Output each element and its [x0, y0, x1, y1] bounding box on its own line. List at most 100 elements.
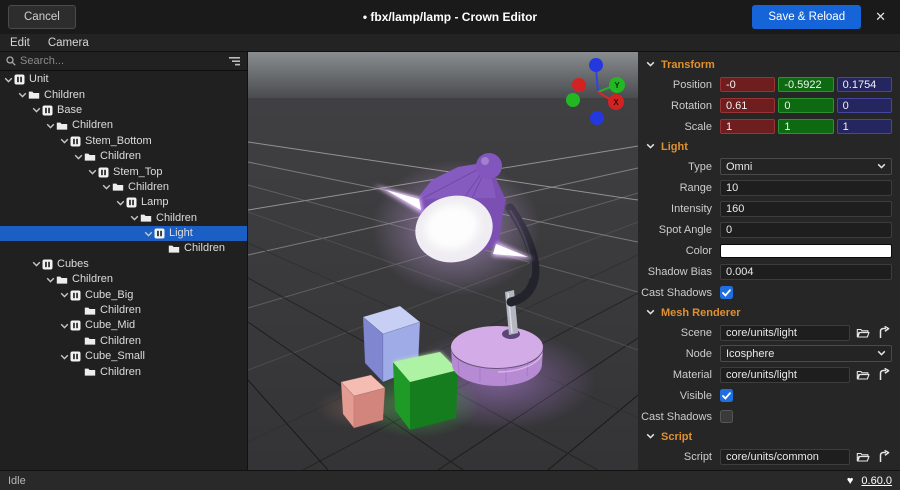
import-arrow-icon[interactable]	[875, 367, 892, 383]
import-arrow-icon[interactable]	[875, 325, 892, 341]
chevron-down-icon[interactable]	[59, 322, 70, 330]
tree-item-stem-bottom[interactable]: Stem_Bottom	[0, 134, 247, 149]
tree-item-light[interactable]: Light	[0, 226, 247, 241]
import-arrow-icon[interactable]	[875, 449, 892, 465]
tree-item-base[interactable]: Base	[0, 103, 247, 118]
tree-item-children[interactable]: Children	[0, 211, 247, 226]
tree-item-children[interactable]: Children	[0, 303, 247, 318]
tree-item-children[interactable]: Children	[0, 118, 247, 133]
tree-item-label: Light	[169, 226, 193, 241]
scene-resource-input[interactable]	[720, 325, 850, 341]
gizmo-z-pos[interactable]	[589, 58, 603, 72]
material-resource-input[interactable]	[720, 367, 850, 383]
chevron-down-icon[interactable]	[17, 91, 28, 99]
section-header-script[interactable]: Script	[638, 427, 900, 446]
tree-item-label: Children	[100, 303, 141, 318]
rotation-z-field[interactable]: 0	[837, 98, 892, 113]
chevron-down-icon[interactable]	[646, 431, 655, 443]
tree-item-cube-mid[interactable]: Cube_Mid	[0, 318, 247, 333]
property-row-color: Color	[638, 240, 900, 261]
chevron-down-icon[interactable]	[59, 353, 70, 361]
tree-item-children[interactable]: Children	[0, 272, 247, 287]
position-x-field[interactable]: -0	[720, 77, 775, 92]
tree-item-stem-top[interactable]: Stem_Top	[0, 164, 247, 179]
cast-shadows-checkbox[interactable]	[720, 410, 733, 423]
tree-item-children[interactable]: Children	[0, 334, 247, 349]
tree-item-children[interactable]: Children	[0, 180, 247, 195]
section-header-transform[interactable]: Transform	[638, 55, 900, 74]
chevron-down-icon[interactable]	[115, 199, 126, 207]
property-row-spot-angle: Spot Angle	[638, 219, 900, 240]
tree-item-cube-small[interactable]: Cube_Small	[0, 349, 247, 364]
chevron-down-icon[interactable]	[101, 183, 112, 191]
section-header-light[interactable]: Light	[638, 137, 900, 156]
lamp-shade-knob	[476, 153, 502, 179]
tree-item-label: Children	[72, 118, 113, 133]
tree-item-children[interactable]: Children	[0, 149, 247, 164]
section-title: Script	[661, 431, 692, 443]
intensity-input[interactable]	[720, 201, 892, 217]
unit-icon	[70, 136, 81, 147]
heart-icon[interactable]: ♥	[847, 475, 854, 487]
folder-open-icon[interactable]	[854, 367, 871, 383]
chevron-down-icon[interactable]	[646, 141, 655, 153]
tree-item-cubes[interactable]: Cubes	[0, 257, 247, 272]
tree-item-children[interactable]: Children	[0, 87, 247, 102]
folder-open-icon[interactable]	[854, 325, 871, 341]
rotation-x-field[interactable]: 0.61	[720, 98, 775, 113]
chevron-down-icon[interactable]	[646, 307, 655, 319]
menu-item-edit[interactable]: Edit	[10, 37, 30, 49]
chevron-down-icon[interactable]	[45, 276, 56, 284]
position-z-field[interactable]: 0.1754	[837, 77, 892, 92]
tree-item-children[interactable]: Children	[0, 241, 247, 256]
tree-item-lamp[interactable]: Lamp	[0, 195, 247, 210]
filter-icon[interactable]	[228, 56, 241, 67]
rotation-y-field[interactable]: 0	[778, 98, 833, 113]
chevron-down-icon[interactable]	[73, 153, 84, 161]
close-icon[interactable]: ✕	[861, 9, 900, 25]
chevron-down-icon[interactable]	[129, 214, 140, 222]
chevron-down-icon[interactable]	[646, 59, 655, 71]
cancel-button[interactable]: Cancel	[8, 5, 76, 29]
3d-viewport[interactable]: Y X	[247, 52, 637, 470]
search-icon	[6, 56, 16, 66]
script-resource-input[interactable]	[720, 449, 850, 465]
chevron-down-icon[interactable]	[87, 168, 98, 176]
property-label: Node	[638, 348, 720, 360]
gizmo-y-neg[interactable]	[566, 93, 580, 107]
shadow-bias-input[interactable]	[720, 264, 892, 280]
chevron-down-icon[interactable]	[31, 106, 42, 114]
visible-checkbox[interactable]	[720, 389, 733, 402]
node-dropdown[interactable]: Icosphere	[720, 345, 892, 362]
chevron-down-icon[interactable]	[31, 260, 42, 268]
version-link[interactable]: 0.60.0	[861, 475, 892, 487]
scale-x-field[interactable]: 1	[720, 119, 775, 134]
cast-shadows-checkbox[interactable]	[720, 286, 733, 299]
folder-open-icon[interactable]	[854, 449, 871, 465]
gizmo-x-neg[interactable]	[572, 78, 586, 92]
property-row-type: TypeOmni	[638, 156, 900, 177]
property-row-cast-shadows: Cast Shadows	[638, 282, 900, 303]
spot-angle-input[interactable]	[720, 222, 892, 238]
chevron-down-icon[interactable]	[59, 291, 70, 299]
scene-tree-panel: UnitChildrenBaseChildrenStem_BottomChild…	[0, 52, 247, 470]
save-reload-button[interactable]: Save & Reload	[752, 5, 861, 29]
range-input[interactable]	[720, 180, 892, 196]
section-header-mesh-renderer[interactable]: Mesh Renderer	[638, 303, 900, 322]
color-swatch[interactable]	[720, 244, 892, 258]
scale-z-field[interactable]: 1	[837, 119, 892, 134]
position-y-field[interactable]: -0.5922	[778, 77, 833, 92]
gizmo-z-neg[interactable]	[590, 111, 604, 125]
chevron-down-icon[interactable]	[3, 76, 14, 84]
unit-icon	[98, 167, 109, 178]
scale-y-field[interactable]: 1	[778, 119, 833, 134]
tree-item-unit[interactable]: Unit	[0, 72, 247, 87]
chevron-down-icon[interactable]	[59, 137, 70, 145]
type-dropdown[interactable]: Omni	[720, 158, 892, 175]
search-input[interactable]	[20, 55, 224, 67]
tree-item-cube-big[interactable]: Cube_Big	[0, 287, 247, 302]
chevron-down-icon[interactable]	[143, 230, 154, 238]
tree-item-children[interactable]: Children	[0, 364, 247, 379]
chevron-down-icon[interactable]	[45, 122, 56, 130]
menu-item-camera[interactable]: Camera	[48, 37, 89, 49]
